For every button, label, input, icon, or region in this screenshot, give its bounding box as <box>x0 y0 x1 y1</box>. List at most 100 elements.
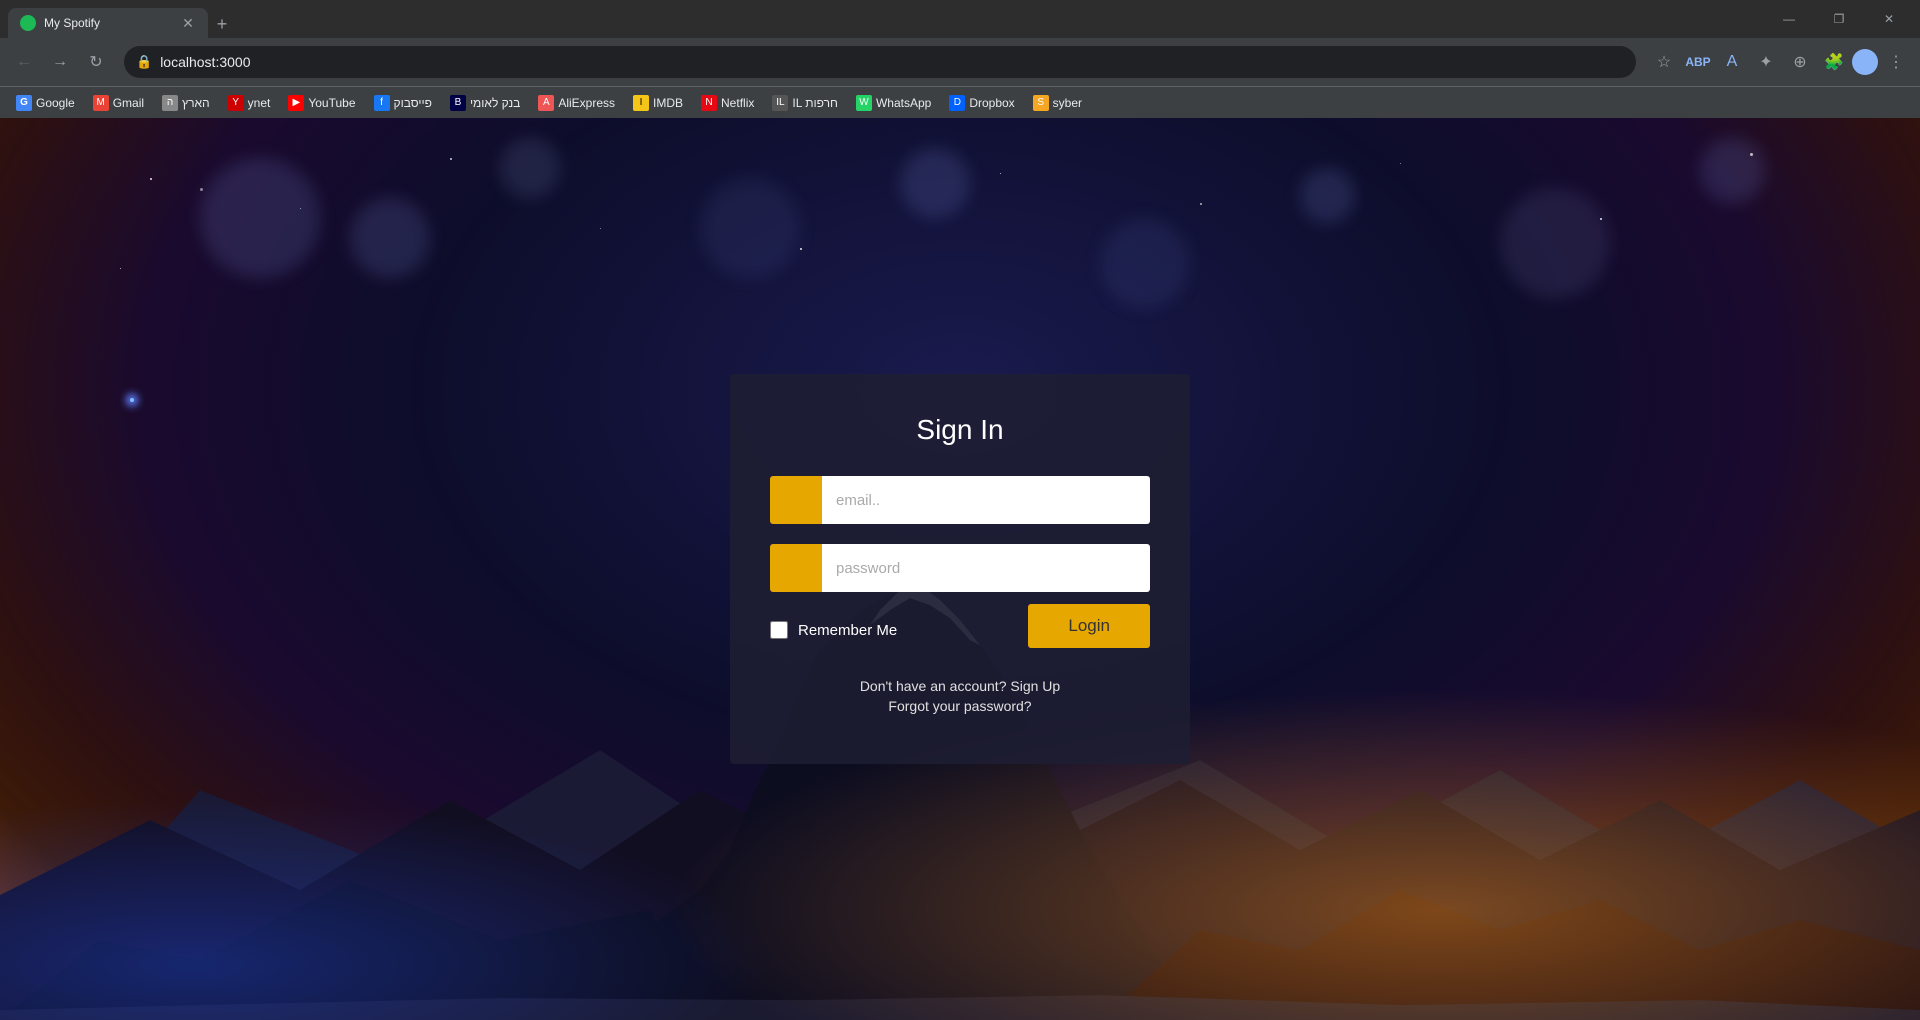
bookmark-dropbox-label: Dropbox <box>969 96 1014 110</box>
tab-close-button[interactable]: ✕ <box>180 15 196 31</box>
bookmark-ynet[interactable]: Y ynet <box>220 90 279 116</box>
whatsapp-favicon: W <box>856 95 872 111</box>
bookmark-youtube[interactable]: ▶ YouTube <box>280 90 363 116</box>
login-btn-row: Login <box>960 604 1150 648</box>
back-button[interactable]: ← <box>8 46 40 78</box>
bokeh-4 <box>700 178 800 278</box>
bookmark-gmail[interactable]: M Gmail <box>85 90 152 116</box>
bookmark-facebook[interactable]: f פייסבוק <box>366 90 440 116</box>
forward-button[interactable]: → <box>44 46 76 78</box>
bright-star <box>130 398 134 402</box>
haaretz-favicon: ה <box>162 95 178 111</box>
remember-login-row: Remember Me Login <box>770 612 1150 648</box>
syber-favicon: S <box>1033 95 1049 111</box>
facebook-favicon: f <box>374 95 390 111</box>
bookmark-whatsapp[interactable]: W WhatsApp <box>848 90 939 116</box>
bookmark-haaretz-label: הארץ <box>182 96 210 110</box>
bookmark-youtube-label: YouTube <box>308 96 355 110</box>
extra-button-1[interactable]: ✦ <box>1750 46 1782 78</box>
bookmark-dropbox[interactable]: D Dropbox <box>941 90 1022 116</box>
remember-label[interactable]: Remember Me <box>798 622 897 639</box>
login-card: Sign In Remember Me Login Don't have <box>730 374 1190 764</box>
bookmark-aliexpress[interactable]: A AliExpress <box>530 90 623 116</box>
bookmark-imdb-label: IMDB <box>653 96 683 110</box>
bookmark-imdb[interactable]: I IMDB <box>625 90 691 116</box>
star-3 <box>450 158 452 160</box>
nav-bar: ← → ↻ 🔒 localhost:3000 ☆ ABP A ✦ ⊕ 🧩 ⋮ <box>0 38 1920 86</box>
forgot-password-link[interactable]: Forgot your password? <box>888 698 1031 714</box>
active-tab[interactable]: My Spotify ✕ <box>8 8 208 38</box>
bookmark-facebook-label: פייסבוק <box>394 96 432 110</box>
star-2 <box>300 208 301 209</box>
extensions-button[interactable]: 🧩 <box>1818 46 1850 78</box>
bookmark-google-label: Google <box>36 96 75 110</box>
bookmark-bank[interactable]: B בנק לאומי <box>442 90 528 116</box>
star-4 <box>600 228 601 229</box>
bookmark-netflix[interactable]: N Netflix <box>693 90 762 116</box>
bookmark-netflix-label: Netflix <box>721 96 754 110</box>
maximize-button[interactable]: ❐ <box>1816 3 1862 35</box>
window-controls: — ❐ ✕ <box>1766 3 1912 35</box>
bokeh-3 <box>500 138 560 198</box>
star-6 <box>800 248 802 250</box>
login-title: Sign In <box>916 414 1003 446</box>
bookmark-il-label: IL חרפות <box>792 96 838 110</box>
close-button[interactable]: ✕ <box>1866 3 1912 35</box>
menu-button[interactable]: ⋮ <box>1880 46 1912 78</box>
remember-checkbox[interactable] <box>770 621 788 639</box>
star-10 <box>1600 218 1602 220</box>
bookmark-bank-label: בנק לאומי <box>470 96 520 110</box>
bookmark-star-button[interactable]: ☆ <box>1648 46 1680 78</box>
bokeh-7 <box>1300 168 1355 223</box>
star-1 <box>150 178 152 180</box>
password-icon-box <box>770 544 822 592</box>
bookmark-google[interactable]: G Google <box>8 90 83 116</box>
google-favicon: G <box>16 95 32 111</box>
gmail-favicon: M <box>93 95 109 111</box>
bokeh-9 <box>1700 138 1765 203</box>
password-input-group <box>770 544 1150 592</box>
bookmark-syber-label: syber <box>1053 96 1082 110</box>
tab-title: My Spotify <box>44 16 172 30</box>
il-favicon: IL <box>772 95 788 111</box>
youtube-favicon: ▶ <box>288 95 304 111</box>
reload-button[interactable]: ↻ <box>80 46 112 78</box>
star-11 <box>1750 153 1753 156</box>
bank-favicon: B <box>450 95 466 111</box>
bookmark-ynet-label: ynet <box>248 96 271 110</box>
bookmark-syber[interactable]: S syber <box>1025 90 1090 116</box>
minimize-button[interactable]: — <box>1766 3 1812 35</box>
extra-button-2[interactable]: ⊕ <box>1784 46 1816 78</box>
bokeh-5 <box>900 148 970 218</box>
bokeh-2 <box>350 198 430 278</box>
star-9 <box>1400 163 1401 164</box>
translate-button[interactable]: A <box>1716 46 1748 78</box>
bookmark-ali-label: AliExpress <box>558 96 615 110</box>
bookmarks-bar: G Google M Gmail ה הארץ Y ynet ▶ YouTube… <box>0 86 1920 118</box>
page-content: Sign In Remember Me Login Don't have <box>0 118 1920 1020</box>
address-text: localhost:3000 <box>160 54 1624 70</box>
star-12 <box>120 268 121 269</box>
ynet-favicon: Y <box>228 95 244 111</box>
bookmark-il[interactable]: IL IL חרפות <box>764 90 846 116</box>
tab-bar: My Spotify ✕ + <box>8 0 1758 38</box>
adblock-button[interactable]: ABP <box>1682 46 1714 78</box>
signup-link[interactable]: Don't have an account? Sign Up <box>860 678 1060 694</box>
login-links: Don't have an account? Sign Up Forgot yo… <box>860 678 1060 714</box>
dropbox-favicon: D <box>949 95 965 111</box>
bookmark-haaretz[interactable]: ה הארץ <box>154 90 218 116</box>
address-bar[interactable]: 🔒 localhost:3000 <box>124 46 1636 78</box>
bookmark-whatsapp-label: WhatsApp <box>876 96 931 110</box>
profile-avatar[interactable] <box>1852 49 1878 75</box>
nav-icons: ☆ ABP A ✦ ⊕ 🧩 ⋮ <box>1648 46 1912 78</box>
email-input[interactable] <box>822 476 1150 524</box>
bokeh-1 <box>200 158 320 278</box>
bookmark-gmail-label: Gmail <box>113 96 144 110</box>
login-button[interactable]: Login <box>1028 604 1150 648</box>
imdb-favicon: I <box>633 95 649 111</box>
new-tab-button[interactable]: + <box>208 10 236 38</box>
email-icon-box <box>770 476 822 524</box>
password-input[interactable] <box>822 544 1150 592</box>
browser-frame: My Spotify ✕ + — ❐ ✕ ← → ↻ 🔒 localhost:3… <box>0 0 1920 1020</box>
star-7 <box>1000 173 1001 174</box>
